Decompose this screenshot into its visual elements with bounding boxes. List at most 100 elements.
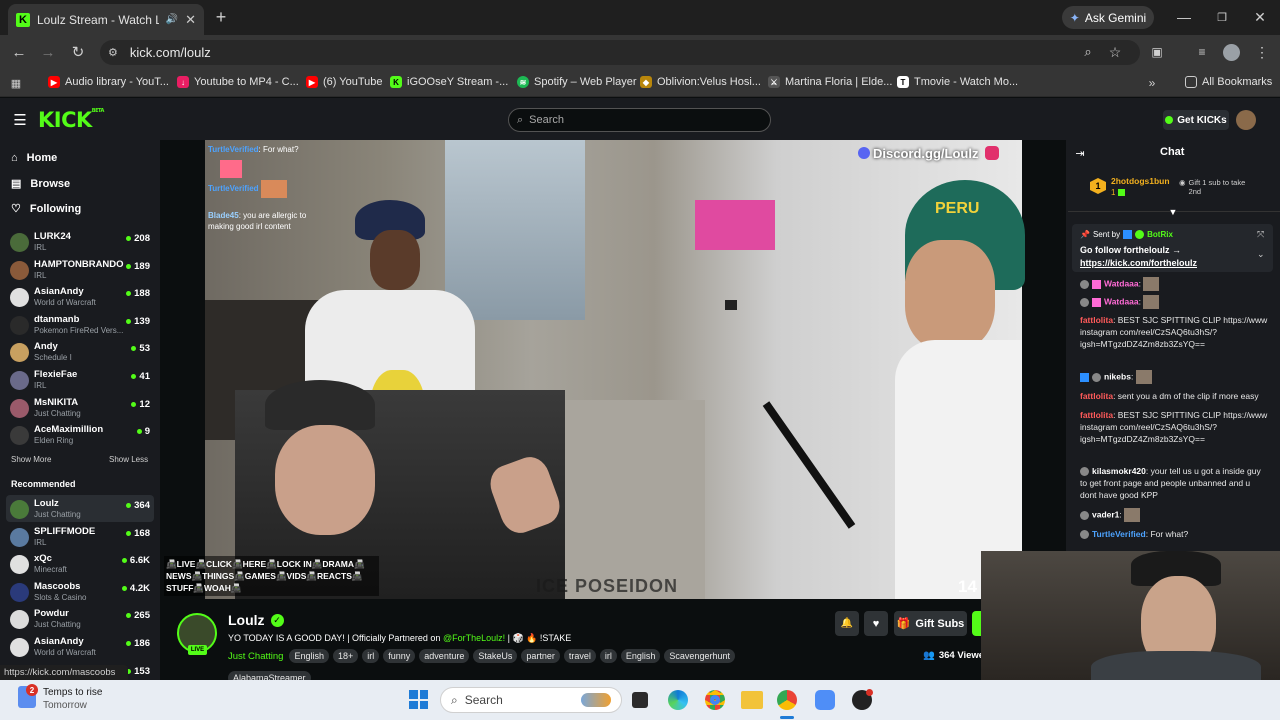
reload-icon[interactable]: ↻: [69, 43, 87, 61]
notify-bell-button[interactable]: 🔔: [835, 611, 859, 636]
tag-pill[interactable]: adventure: [419, 649, 470, 663]
all-bookmarks-button[interactable]: All Bookmarks: [1185, 76, 1272, 88]
windows-start-icon[interactable]: [409, 690, 428, 709]
channel-item[interactable]: xQc Minecraft 6.6K: [10, 552, 150, 579]
nav-following[interactable]: ♡ Following: [11, 202, 81, 216]
show-less-link[interactable]: Show Less: [109, 455, 148, 464]
media-controls-icon[interactable]: ≡: [1194, 44, 1210, 60]
bookmark-item[interactable]: KiGOOseY Stream -...: [390, 76, 508, 88]
bookmark-item[interactable]: ◆ Oblivion:Velus Hosi...: [640, 76, 761, 88]
edge-icon[interactable]: [668, 690, 688, 710]
bookmark-item[interactable]: ▶ (6) YouTube: [306, 76, 383, 88]
audio-icon[interactable]: 🔊: [166, 14, 178, 25]
new-tab-icon[interactable]: +: [212, 7, 230, 27]
file-explorer-icon[interactable]: [741, 691, 763, 709]
show-more-link[interactable]: Show More: [11, 455, 51, 464]
tag-pill[interactable]: English: [620, 649, 661, 663]
chat-username[interactable]: fattlolita: [1080, 315, 1113, 325]
bookmark-item[interactable]: ▶ Audio library - YouT...: [48, 76, 169, 88]
chat-username[interactable]: fattlolita: [1080, 410, 1113, 420]
stream-title-link[interactable]: @ForTheLoulz!: [443, 633, 505, 643]
tag-pill[interactable]: English: [289, 649, 329, 663]
restore-icon[interactable]: ❐: [1214, 9, 1230, 25]
taskbar-search-input[interactable]: ⌕ Search: [440, 687, 622, 713]
bookmark-item[interactable]: ↓ Youtube to MP4 - C...: [177, 76, 299, 88]
tag-pill[interactable]: funny: [383, 649, 416, 663]
channel-item[interactable]: SPLIFFMODE IRL 168: [10, 525, 150, 552]
channel-item[interactable]: Powdur Just Chatting 265: [10, 607, 150, 634]
nav-home[interactable]: ⌂ Home: [11, 152, 57, 164]
nav-browse[interactable]: ▤ Browse: [11, 177, 70, 191]
channel-viewers: 6.6K: [121, 555, 150, 566]
channel-item[interactable]: AceMaximillion Elden Ring 9: [10, 423, 150, 450]
window-close-icon[interactable]: ✕: [1252, 9, 1268, 25]
chat-username[interactable]: Watdaaa: [1104, 296, 1139, 306]
channel-item[interactable]: HAMPTONBRANDO IRL 189: [10, 258, 150, 285]
channel-item[interactable]: FlexieFae IRL 41: [10, 368, 150, 395]
chrome-active-icon[interactable]: [777, 690, 797, 710]
tag-pill[interactable]: travel: [563, 649, 596, 663]
site-settings-icon[interactable]: ⚙: [108, 46, 118, 59]
channel-item[interactable]: Loulz Just Chatting 364: [10, 497, 150, 524]
browser-menu-icon[interactable]: ⋮: [1254, 44, 1270, 60]
channel-item[interactable]: AsianAndy World of Warcraft 186: [10, 635, 150, 662]
back-arrow-icon[interactable]: ←: [10, 43, 28, 61]
chat-username[interactable]: nikebs: [1104, 371, 1131, 381]
channel-item[interactable]: MsNIKITA Just Chatting 12: [10, 396, 150, 423]
chat-username[interactable]: Watdaaa: [1104, 278, 1139, 288]
tag-pill[interactable]: 18+: [332, 649, 359, 663]
get-kicks-button[interactable]: Get KICKs: [1163, 110, 1229, 130]
forward-arrow-icon[interactable]: →: [39, 43, 57, 61]
tag-pill[interactable]: partner: [521, 649, 560, 663]
channel-item[interactable]: Andy Schedule I 53: [10, 340, 150, 367]
chat-username[interactable]: kilasmokr420: [1092, 466, 1146, 476]
subscribe-button[interactable]: [972, 611, 981, 636]
pinned-user[interactable]: BotRix: [1147, 230, 1173, 239]
gift-subs-button[interactable]: 🎁 Gift Subs: [894, 611, 967, 636]
streamer-name[interactable]: Loulz: [228, 612, 265, 628]
gift-prompt[interactable]: ◉ Gift 1 sub to take 2nd: [1179, 178, 1249, 196]
channel-item[interactable]: LURK24 IRL 208: [10, 230, 150, 257]
search-input[interactable]: ⌕ Search: [508, 108, 771, 132]
chrome-icon[interactable]: [705, 690, 725, 710]
tag-pill[interactable]: irl: [599, 649, 617, 663]
pinned-link[interactable]: https://kick.com/fortheloulz: [1080, 258, 1197, 268]
channel-item[interactable]: dtanmanb Pokemon FireRed Vers... 139: [10, 313, 150, 340]
tag-pill[interactable]: StakeUs: [473, 649, 518, 663]
weather-title[interactable]: Temps to rise: [43, 687, 102, 698]
hamburger-menu-icon[interactable]: ☰: [12, 112, 28, 129]
tag-pill[interactable]: Scavengerhunt: [664, 649, 735, 663]
address-bar[interactable]: ⚙ kick.com/loulz: [100, 40, 1140, 65]
pinned-expand-icon[interactable]: ⌄: [1257, 249, 1265, 260]
kick-logo[interactable]: KICKBETA: [38, 108, 104, 132]
chat-username[interactable]: fattlolita: [1080, 391, 1113, 401]
profile-avatar[interactable]: [1223, 44, 1240, 61]
collapse-chat-icon[interactable]: ⇥: [1073, 146, 1087, 160]
top-gifter-name[interactable]: 2hotdogs1bun: [1111, 176, 1170, 186]
app-icon[interactable]: [815, 690, 835, 710]
apps-grid-icon[interactable]: ▦: [9, 76, 23, 90]
more-bookmarks-icon[interactable]: »: [1145, 76, 1159, 90]
user-avatar[interactable]: [1236, 110, 1256, 130]
channel-item[interactable]: AsianAndy World of Warcraft 188: [10, 285, 150, 312]
task-view-icon[interactable]: [632, 692, 648, 708]
follow-heart-button[interactable]: ♥: [864, 611, 888, 636]
unpin-icon[interactable]: ⤧: [1257, 229, 1264, 240]
category-link[interactable]: Just Chatting: [228, 651, 283, 662]
chat-username[interactable]: vader1: [1092, 509, 1119, 519]
bookmark-star-icon[interactable]: ☆: [1107, 44, 1123, 60]
browser-tab[interactable]: K Loulz Stream - Watch Live o 🔊 ✕: [8, 4, 204, 35]
tag-pill[interactable]: irl: [362, 649, 380, 663]
bookmark-item[interactable]: ≋ Spotify – Web Player: [517, 76, 637, 88]
expand-leaderboard-icon[interactable]: ▼: [1167, 206, 1179, 218]
tab-close-icon[interactable]: ✕: [185, 12, 196, 28]
bookmark-item[interactable]: ⚔ Martina Floria | Elde...: [768, 76, 892, 88]
chat-username[interactable]: TurtleVerified: [1092, 529, 1146, 539]
channel-item[interactable]: Mascoobs Slots & Casino 4.2K: [10, 580, 150, 607]
minimize-icon[interactable]: —: [1176, 9, 1192, 25]
sidepanel-icon[interactable]: ▣: [1149, 44, 1165, 60]
ask-gemini-button[interactable]: ✦ Ask Gemini: [1062, 6, 1154, 29]
bookmark-item[interactable]: T Tmovie - Watch Mo...: [897, 76, 1018, 88]
discord-overlay: Discord.gg/Loulz: [858, 143, 1000, 163]
zoom-icon[interactable]: ⌕: [1080, 44, 1096, 60]
